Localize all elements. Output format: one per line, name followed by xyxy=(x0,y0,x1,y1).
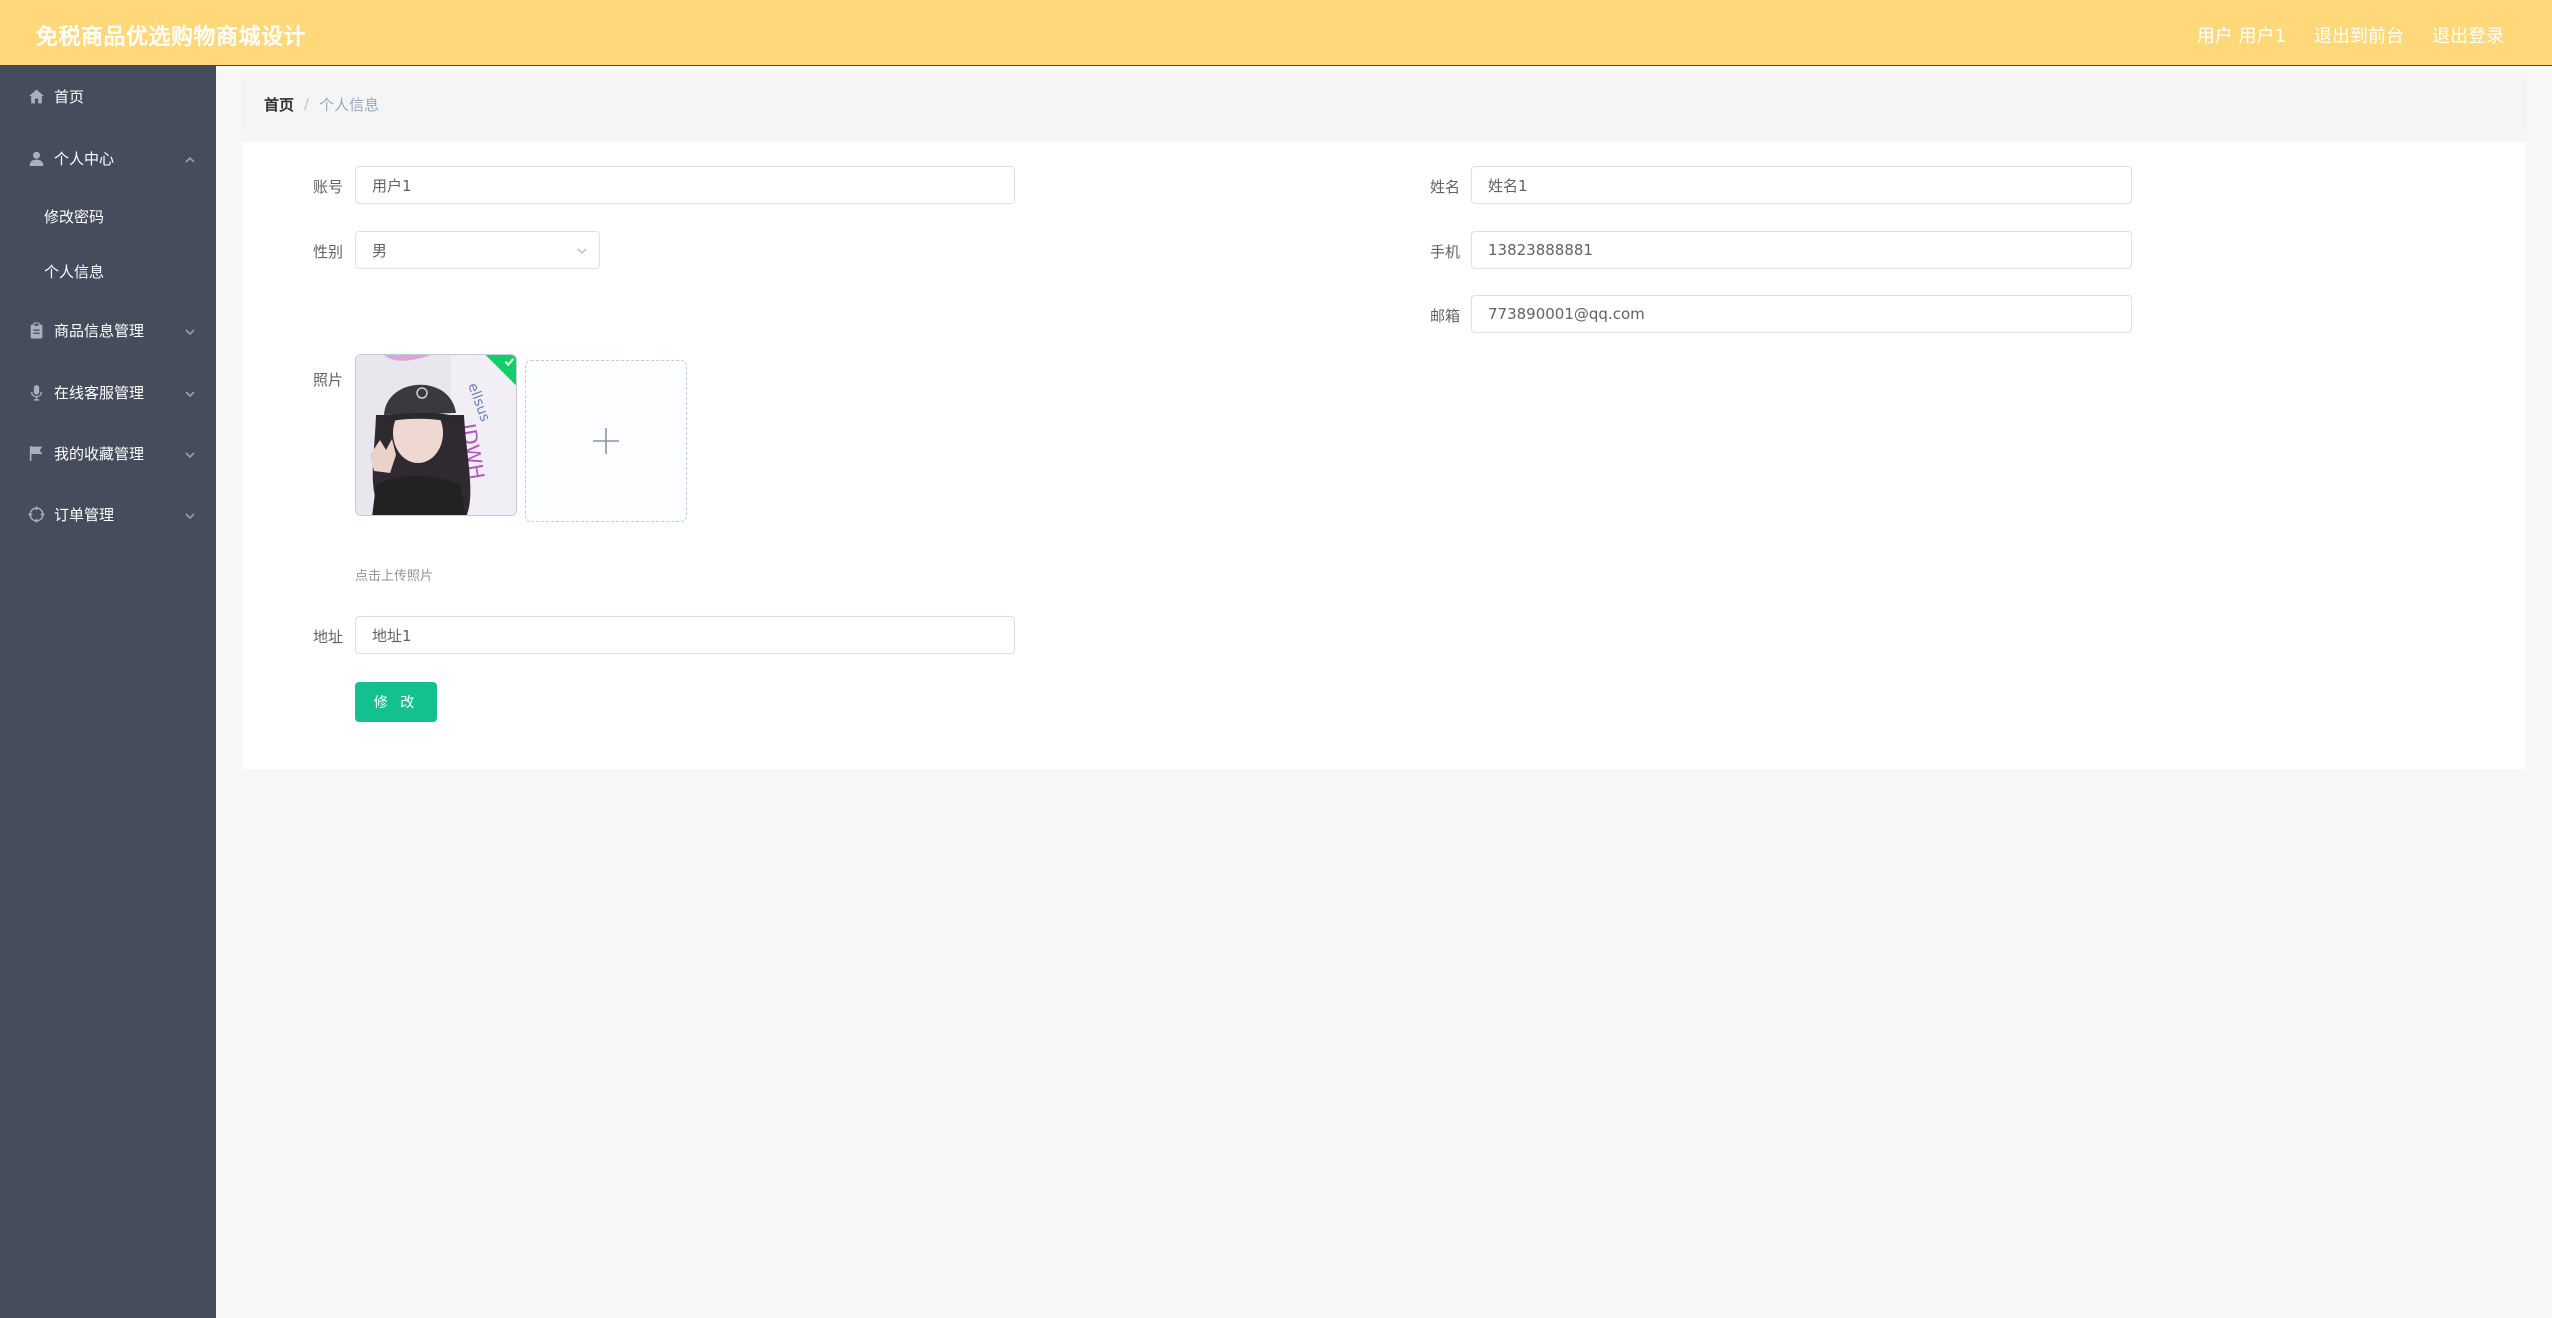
breadcrumb-home[interactable]: 首页 xyxy=(264,94,294,115)
phone-value: 13823888881 xyxy=(1488,241,1593,259)
name-label: 姓名 xyxy=(1429,178,1460,196)
user-photo-image: ellsus IDWH xyxy=(356,355,516,515)
app-title: 免税商品优选购物商城设计 xyxy=(36,25,307,50)
chevron-down-icon xyxy=(184,386,196,398)
crosshair-icon xyxy=(26,504,46,524)
address-input[interactable]: 地址1 xyxy=(355,616,1015,654)
sidebar-item-label: 首页 xyxy=(54,87,85,106)
phone-label: 手机 xyxy=(1429,243,1460,261)
personal-info-form: 账号 用户1 姓名 姓名1 性别 男 手机 13823888881 邮箱 773… xyxy=(242,142,2526,769)
account-label: 账号 xyxy=(312,178,343,196)
email-input[interactable]: 773890001@qq.com xyxy=(1471,295,2132,333)
sidebar-item-customer-service[interactable]: 在线客服管理 xyxy=(0,372,216,412)
sidebar-item-label: 在线客服管理 xyxy=(54,383,145,402)
chevron-down-icon xyxy=(184,447,196,459)
sidebar-item-label: 订单管理 xyxy=(54,505,115,524)
sidebar-item-favorites[interactable]: 我的收藏管理 xyxy=(0,433,216,473)
sidebar-subitem-label: 个人信息 xyxy=(44,262,105,281)
sidebar-item-product-management[interactable]: 商品信息管理 xyxy=(0,310,216,350)
name-value: 姓名1 xyxy=(1488,176,1528,195)
sidebar-item-home[interactable]: 首页 xyxy=(0,76,216,116)
photo-upload-hint: 点击上传照片 xyxy=(355,569,434,584)
chevron-down-icon xyxy=(184,508,196,520)
sidebar-item-label: 个人中心 xyxy=(54,149,115,168)
sidebar-item-label: 商品信息管理 xyxy=(54,321,145,340)
current-user-link[interactable]: 用户 用户1 xyxy=(2197,22,2286,48)
microphone-icon xyxy=(26,382,46,402)
user-icon xyxy=(26,148,46,168)
email-label: 邮箱 xyxy=(1429,307,1460,325)
exit-to-frontend-link[interactable]: 退出到前台 xyxy=(2314,22,2404,48)
clipboard-icon xyxy=(26,320,46,340)
upload-photo-button[interactable] xyxy=(525,360,687,522)
sidebar-subitem-label: 修改密码 xyxy=(44,207,105,226)
sidebar: 首页 个人中心 修改密码 个人信息 商品信息管理 在线客服管理 我的收藏管理 订… xyxy=(0,66,216,1318)
breadcrumb-current: 个人信息 xyxy=(319,95,380,114)
sidebar-item-personal-center[interactable]: 个人中心 xyxy=(0,138,216,178)
gender-label: 性别 xyxy=(312,243,343,261)
gender-select[interactable]: 男 xyxy=(355,231,600,269)
photo-label: 照片 xyxy=(312,371,343,389)
phone-input[interactable]: 13823888881 xyxy=(1471,231,2132,269)
name-input[interactable]: 姓名1 xyxy=(1471,166,2132,204)
flag-icon xyxy=(26,443,46,463)
address-value: 地址1 xyxy=(372,626,412,645)
sidebar-subitem-personal-info[interactable]: 个人信息 xyxy=(0,253,216,289)
chevron-down-icon xyxy=(575,244,589,258)
plus-icon xyxy=(593,428,619,454)
logout-link[interactable]: 退出登录 xyxy=(2432,22,2504,48)
email-value: 773890001@qq.com xyxy=(1488,305,1645,323)
sidebar-item-label: 我的收藏管理 xyxy=(54,444,145,463)
header-links: 用户 用户1 退出到前台 退出登录 xyxy=(2197,22,2504,48)
sidebar-item-orders[interactable]: 订单管理 xyxy=(0,494,216,534)
breadcrumb-separator: / xyxy=(304,95,310,113)
modify-button[interactable]: 修 改 xyxy=(355,682,437,722)
top-header: 免税商品优选购物商城设计 用户 用户1 退出到前台 退出登录 xyxy=(0,0,2552,66)
chevron-up-icon xyxy=(184,152,196,164)
uploaded-photo[interactable]: ellsus IDWH xyxy=(355,354,517,516)
address-label: 地址 xyxy=(312,628,343,646)
gender-value: 男 xyxy=(372,241,388,260)
chevron-down-icon xyxy=(184,324,196,336)
sidebar-subitem-change-password[interactable]: 修改密码 xyxy=(0,198,216,234)
check-icon xyxy=(504,358,515,367)
home-icon xyxy=(26,86,46,106)
account-input[interactable]: 用户1 xyxy=(355,166,1015,204)
breadcrumb: 首页 / 个人信息 xyxy=(242,76,2526,132)
account-value: 用户1 xyxy=(372,176,412,195)
